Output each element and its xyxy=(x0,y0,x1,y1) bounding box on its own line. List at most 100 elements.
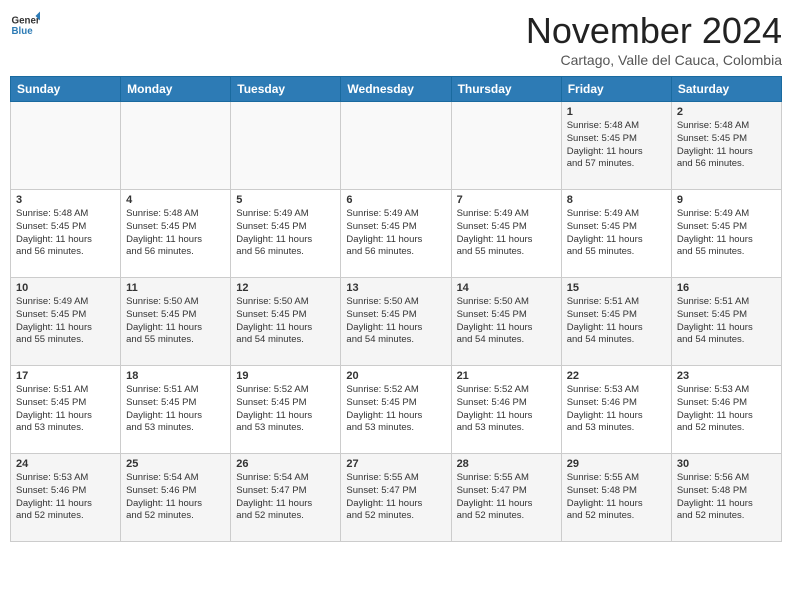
day-info: Sunrise: 5:53 AM Sunset: 5:46 PM Dayligh… xyxy=(677,384,776,435)
calendar-cell: 7 Sunrise: 5:49 AM Sunset: 5:45 PM Daylig… xyxy=(451,190,561,278)
day-info: Sunrise: 5:49 AM Sunset: 5:45 PM Dayligh… xyxy=(236,208,335,259)
day-number: 2 xyxy=(677,106,776,118)
day-number: 3 xyxy=(16,194,115,206)
calendar-cell xyxy=(11,102,121,190)
day-number: 10 xyxy=(16,282,115,294)
weekday-header-friday: Friday xyxy=(561,77,671,102)
day-number: 22 xyxy=(567,370,666,382)
calendar-cell: 11Sunrise: 5:50 AM Sunset: 5:45 PM Dayli… xyxy=(121,278,231,366)
day-info: Sunrise: 5:51 AM Sunset: 5:45 PM Dayligh… xyxy=(16,384,115,435)
calendar-cell: 22 Sunrise: 5:53 AM Sunset: 5:46 PM Dayli… xyxy=(561,366,671,454)
calendar-cell: 29 Sunrise: 5:55 AM Sunset: 5:48 PM Dayli… xyxy=(561,454,671,542)
svg-text:General: General xyxy=(12,16,41,27)
weekday-header-thursday: Thursday xyxy=(451,77,561,102)
calendar-cell: 15Sunrise: 5:51 AM Sunset: 5:45 PM Dayli… xyxy=(561,278,671,366)
calendar-cell: 10 Sunrise: 5:49 AM Sunset: 5:45 PM Dayli… xyxy=(11,278,121,366)
calendar-cell: 21 Sunrise: 5:52 AM Sunset: 5:46 PM Dayli… xyxy=(451,366,561,454)
week-row-5: 24 Sunrise: 5:53 AM Sunset: 5:46 PM Dayli… xyxy=(11,454,782,542)
day-number: 8 xyxy=(567,194,666,206)
weekday-header-row: SundayMondayTuesdayWednesdayThursdayFrid… xyxy=(11,77,782,102)
calendar-cell: 25 Sunrise: 5:54 AM Sunset: 5:46 PM Dayli… xyxy=(121,454,231,542)
day-info: Sunrise: 5:52 AM Sunset: 5:45 PM Dayligh… xyxy=(346,384,445,435)
day-info: Sunrise: 5:48 AM Sunset: 5:45 PM Dayligh… xyxy=(16,208,115,259)
calendar-cell: 19 Sunrise: 5:52 AM Sunset: 5:45 PM Dayli… xyxy=(231,366,341,454)
header: General Blue November 2024 Cartago, Vall… xyxy=(10,10,782,68)
logo-icon: General Blue xyxy=(10,10,40,40)
day-info: Sunrise: 5:48 AM Sunset: 5:45 PM Dayligh… xyxy=(126,208,225,259)
calendar-cell: 16 Sunrise: 5:51 AM Sunset: 5:45 PM Dayli… xyxy=(671,278,781,366)
day-number: 13 xyxy=(346,282,445,294)
calendar-cell xyxy=(121,102,231,190)
calendar-cell: 28Sunrise: 5:55 AM Sunset: 5:47 PM Dayli… xyxy=(451,454,561,542)
calendar-cell xyxy=(451,102,561,190)
day-number: 29 xyxy=(567,458,666,470)
calendar-cell: 30Sunrise: 5:56 AM Sunset: 5:48 PM Dayli… xyxy=(671,454,781,542)
weekday-header-wednesday: Wednesday xyxy=(341,77,451,102)
day-info: Sunrise: 5:53 AM Sunset: 5:46 PM Dayligh… xyxy=(16,472,115,523)
calendar-cell: 26 Sunrise: 5:54 AM Sunset: 5:47 PM Dayli… xyxy=(231,454,341,542)
day-info: Sunrise: 5:50 AM Sunset: 5:45 PM Dayligh… xyxy=(236,296,335,347)
calendar-cell: 14 Sunrise: 5:50 AM Sunset: 5:45 PM Dayli… xyxy=(451,278,561,366)
day-number: 26 xyxy=(236,458,335,470)
day-info: Sunrise: 5:50 AM Sunset: 5:45 PM Dayligh… xyxy=(457,296,556,347)
day-number: 17 xyxy=(16,370,115,382)
calendar-cell: 20 Sunrise: 5:52 AM Sunset: 5:45 PM Dayli… xyxy=(341,366,451,454)
month-title: November 2024 xyxy=(526,10,782,52)
day-number: 12 xyxy=(236,282,335,294)
calendar-cell: 5 Sunrise: 5:49 AM Sunset: 5:45 PM Daylig… xyxy=(231,190,341,278)
calendar-cell: 27Sunrise: 5:55 AM Sunset: 5:47 PM Dayli… xyxy=(341,454,451,542)
day-info: Sunrise: 5:49 AM Sunset: 5:45 PM Dayligh… xyxy=(567,208,666,259)
day-info: Sunrise: 5:53 AM Sunset: 5:46 PM Dayligh… xyxy=(567,384,666,435)
day-info: Sunrise: 5:48 AM Sunset: 5:45 PM Dayligh… xyxy=(677,120,776,171)
day-info: Sunrise: 5:55 AM Sunset: 5:47 PM Dayligh… xyxy=(457,472,556,523)
calendar-cell: 2 Sunrise: 5:48 AM Sunset: 5:45 PM Daylig… xyxy=(671,102,781,190)
calendar-cell: 17 Sunrise: 5:51 AM Sunset: 5:45 PM Dayli… xyxy=(11,366,121,454)
day-number: 14 xyxy=(457,282,556,294)
day-info: Sunrise: 5:49 AM Sunset: 5:45 PM Dayligh… xyxy=(346,208,445,259)
weekday-header-tuesday: Tuesday xyxy=(231,77,341,102)
day-number: 15 xyxy=(567,282,666,294)
day-number: 4 xyxy=(126,194,225,206)
day-number: 16 xyxy=(677,282,776,294)
day-info: Sunrise: 5:55 AM Sunset: 5:47 PM Dayligh… xyxy=(346,472,445,523)
calendar-cell: 1 Sunrise: 5:48 AM Sunset: 5:45 PM Daylig… xyxy=(561,102,671,190)
calendar-cell: 8 Sunrise: 5:49 AM Sunset: 5:45 PM Daylig… xyxy=(561,190,671,278)
day-number: 25 xyxy=(126,458,225,470)
day-number: 24 xyxy=(16,458,115,470)
week-row-3: 10 Sunrise: 5:49 AM Sunset: 5:45 PM Dayli… xyxy=(11,278,782,366)
calendar-cell: 18Sunrise: 5:51 AM Sunset: 5:45 PM Dayli… xyxy=(121,366,231,454)
day-number: 7 xyxy=(457,194,556,206)
day-number: 5 xyxy=(236,194,335,206)
day-number: 6 xyxy=(346,194,445,206)
day-info: Sunrise: 5:51 AM Sunset: 5:45 PM Dayligh… xyxy=(677,296,776,347)
day-info: Sunrise: 5:48 AM Sunset: 5:45 PM Dayligh… xyxy=(567,120,666,171)
day-info: Sunrise: 5:51 AM Sunset: 5:45 PM Dayligh… xyxy=(126,384,225,435)
day-number: 20 xyxy=(346,370,445,382)
day-number: 11 xyxy=(126,282,225,294)
day-number: 19 xyxy=(236,370,335,382)
calendar-cell: 24 Sunrise: 5:53 AM Sunset: 5:46 PM Dayli… xyxy=(11,454,121,542)
logo: General Blue xyxy=(10,10,40,40)
week-row-1: 1 Sunrise: 5:48 AM Sunset: 5:45 PM Daylig… xyxy=(11,102,782,190)
day-info: Sunrise: 5:52 AM Sunset: 5:45 PM Dayligh… xyxy=(236,384,335,435)
day-number: 1 xyxy=(567,106,666,118)
calendar-cell: 6 Sunrise: 5:49 AM Sunset: 5:45 PM Daylig… xyxy=(341,190,451,278)
day-info: Sunrise: 5:54 AM Sunset: 5:47 PM Dayligh… xyxy=(236,472,335,523)
day-info: Sunrise: 5:49 AM Sunset: 5:45 PM Dayligh… xyxy=(16,296,115,347)
day-number: 21 xyxy=(457,370,556,382)
weekday-header-monday: Monday xyxy=(121,77,231,102)
day-info: Sunrise: 5:52 AM Sunset: 5:46 PM Dayligh… xyxy=(457,384,556,435)
title-section: November 2024 Cartago, Valle del Cauca, … xyxy=(526,10,782,68)
week-row-2: 3 Sunrise: 5:48 AM Sunset: 5:45 PM Daylig… xyxy=(11,190,782,278)
svg-text:Blue: Blue xyxy=(12,26,34,37)
calendar-table: SundayMondayTuesdayWednesdayThursdayFrid… xyxy=(10,76,782,542)
day-info: Sunrise: 5:54 AM Sunset: 5:46 PM Dayligh… xyxy=(126,472,225,523)
day-number: 23 xyxy=(677,370,776,382)
calendar-cell: 12 Sunrise: 5:50 AM Sunset: 5:45 PM Dayli… xyxy=(231,278,341,366)
calendar-cell: 13 Sunrise: 5:50 AM Sunset: 5:45 PM Dayli… xyxy=(341,278,451,366)
day-info: Sunrise: 5:50 AM Sunset: 5:45 PM Dayligh… xyxy=(346,296,445,347)
day-info: Sunrise: 5:55 AM Sunset: 5:48 PM Dayligh… xyxy=(567,472,666,523)
weekday-header-saturday: Saturday xyxy=(671,77,781,102)
day-info: Sunrise: 5:49 AM Sunset: 5:45 PM Dayligh… xyxy=(457,208,556,259)
day-number: 9 xyxy=(677,194,776,206)
